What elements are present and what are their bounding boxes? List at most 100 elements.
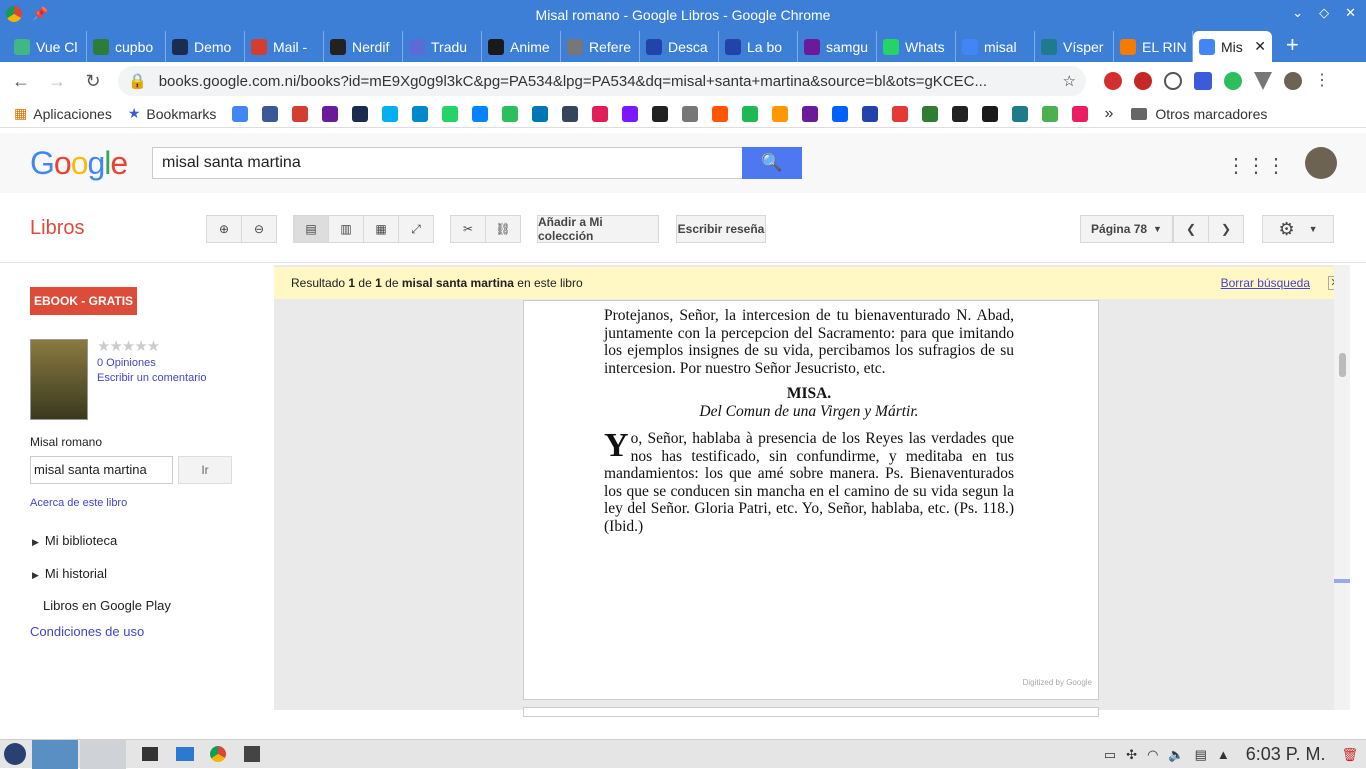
- libros-title[interactable]: Libros: [30, 217, 84, 240]
- menu-icon[interactable]: ⋮: [1314, 72, 1332, 90]
- avatar[interactable]: [1305, 147, 1337, 179]
- workspace-1[interactable]: [32, 739, 78, 769]
- clear-search-link[interactable]: Borrar búsqueda: [1221, 276, 1310, 290]
- trash-icon[interactable]: 🗑: [1341, 747, 1358, 763]
- bookmark-icon[interactable]: [472, 105, 489, 122]
- adblock-icon[interactable]: [1134, 72, 1152, 90]
- minimize-icon[interactable]: ⌄: [1292, 5, 1303, 21]
- bookmark-icon[interactable]: [1042, 105, 1059, 122]
- tab[interactable]: Vísper: [1035, 31, 1114, 62]
- bookmark-icon[interactable]: [982, 105, 999, 122]
- opinions-link[interactable]: 0 Opiniones: [97, 357, 156, 369]
- back-icon[interactable]: ←: [10, 71, 32, 92]
- zoom-out-button[interactable]: ⊖: [241, 215, 277, 243]
- tab[interactable]: Desca: [640, 31, 719, 62]
- bookmark-icon[interactable]: [712, 105, 729, 122]
- bookmark-icon[interactable]: [952, 105, 969, 122]
- zoom-in-button[interactable]: ⊕: [206, 215, 242, 243]
- tab[interactable]: misal: [956, 31, 1035, 62]
- my-history-link[interactable]: ▶ Mi historial: [32, 566, 107, 581]
- fedora-icon[interactable]: [4, 743, 26, 765]
- bookmark-icon[interactable]: [562, 105, 579, 122]
- other-bookmarks[interactable]: Otros marcadores: [1131, 106, 1267, 122]
- terminal-icon[interactable]: [244, 746, 260, 762]
- bookmark-icon[interactable]: [622, 105, 639, 122]
- scrollbar-thumb[interactable]: [1339, 353, 1346, 377]
- profile-icon[interactable]: [1284, 72, 1302, 90]
- tab[interactable]: Vue Cl: [8, 31, 87, 62]
- tab[interactable]: cupbo: [87, 31, 166, 62]
- bookmark-icon[interactable]: [682, 105, 699, 122]
- settings-button[interactable]: ⚙ ▼: [1262, 215, 1334, 243]
- next-book-page[interactable]: [523, 707, 1099, 717]
- apps-bookmark[interactable]: ▦ Aplicaciones: [14, 105, 112, 122]
- chrome-icon[interactable]: [210, 746, 226, 762]
- google-logo[interactable]: Google: [30, 145, 128, 182]
- extension-icon[interactable]: [1164, 72, 1182, 90]
- bookmark-icon[interactable]: [442, 105, 459, 122]
- bookmark-icon[interactable]: [292, 105, 309, 122]
- page-selector[interactable]: Página 78 ▼: [1080, 215, 1173, 243]
- google-search-input[interactable]: misal santa martina: [152, 147, 744, 179]
- bookmark-icon[interactable]: [592, 105, 609, 122]
- single-page-button[interactable]: ▤: [293, 215, 329, 243]
- link-button[interactable]: ⛓: [485, 215, 521, 243]
- book-page[interactable]: Protejanos, Señor, la intercesion de tu …: [523, 300, 1099, 700]
- bookmark-icon[interactable]: [892, 105, 909, 122]
- write-review-button[interactable]: Escribir reseña: [676, 215, 766, 243]
- clipboard-icon[interactable]: ▤: [1195, 747, 1207, 763]
- bookmark-icon[interactable]: [382, 105, 399, 122]
- prev-page-button[interactable]: ❮: [1173, 215, 1209, 243]
- close-icon[interactable]: ✕: [1345, 5, 1356, 21]
- clock[interactable]: 6:03 P. M.: [1246, 744, 1326, 765]
- bookmark-icon[interactable]: [262, 105, 279, 122]
- bookmark-icon[interactable]: [352, 105, 369, 122]
- star-icon[interactable]: ☆: [1063, 72, 1076, 90]
- rating-stars[interactable]: ★★★★★: [97, 337, 160, 355]
- close-tab-icon[interactable]: ✕: [1254, 38, 1266, 55]
- book-cover[interactable]: [30, 339, 88, 420]
- battery-icon[interactable]: ▭: [1104, 747, 1116, 763]
- write-comment-link[interactable]: Escribir un comentario: [97, 372, 206, 384]
- bookmark-icon[interactable]: [772, 105, 789, 122]
- tab[interactable]: La bo: [719, 31, 798, 62]
- two-page-button[interactable]: ▥: [328, 215, 364, 243]
- fullscreen-button[interactable]: ⤢: [398, 215, 434, 243]
- tab[interactable]: Tradu: [403, 31, 482, 62]
- wifi-icon[interactable]: ◠: [1147, 747, 1158, 763]
- scrollbar[interactable]: [1334, 265, 1350, 710]
- tab[interactable]: Anime: [482, 31, 561, 62]
- bookmark-icon[interactable]: [742, 105, 759, 122]
- extension-icon[interactable]: [1194, 72, 1212, 90]
- ebook-free-button[interactable]: EBOOK - GRATIS: [30, 287, 137, 315]
- terms-link[interactable]: Condiciones de uso: [30, 624, 144, 639]
- tab[interactable]: Whats: [877, 31, 956, 62]
- bookmark-icon[interactable]: [652, 105, 669, 122]
- tab[interactable]: samgu: [798, 31, 877, 62]
- reload-icon[interactable]: ↻: [82, 71, 104, 92]
- thumbnail-button[interactable]: ▦: [363, 215, 399, 243]
- more-bookmarks-icon[interactable]: »: [1104, 105, 1113, 123]
- search-button[interactable]: 🔍: [742, 147, 802, 179]
- next-page-button[interactable]: ❯: [1208, 215, 1244, 243]
- about-book-link[interactable]: Acerca de este libro: [30, 497, 127, 509]
- bookmark-icon[interactable]: [1012, 105, 1029, 122]
- terminal-icon[interactable]: [142, 747, 158, 761]
- evernote-icon[interactable]: [1224, 72, 1242, 90]
- address-bar[interactable]: 🔒 books.google.com.ni/books?id=mE9Xg0g9l…: [118, 66, 1086, 96]
- bookmarks-folder[interactable]: ★ Bookmarks: [128, 105, 217, 122]
- files-icon[interactable]: [176, 747, 194, 761]
- bookmark-icon[interactable]: [862, 105, 879, 122]
- google-play-link[interactable]: Libros en Google Play: [43, 598, 171, 613]
- tab[interactable]: Mail -: [245, 31, 324, 62]
- tray-up-icon[interactable]: ▲: [1217, 747, 1230, 762]
- pin-icon[interactable]: 📌: [32, 6, 48, 22]
- forward-icon[interactable]: →: [46, 71, 68, 92]
- bookmark-icon[interactable]: [802, 105, 819, 122]
- new-tab-button[interactable]: +: [1286, 32, 1299, 58]
- bookmark-icon[interactable]: [922, 105, 939, 122]
- book-search-input[interactable]: misal santa martina: [30, 456, 173, 484]
- extension-icon[interactable]: [1104, 72, 1122, 90]
- volume-icon[interactable]: 🔈: [1168, 747, 1184, 763]
- bookmark-icon[interactable]: [532, 105, 549, 122]
